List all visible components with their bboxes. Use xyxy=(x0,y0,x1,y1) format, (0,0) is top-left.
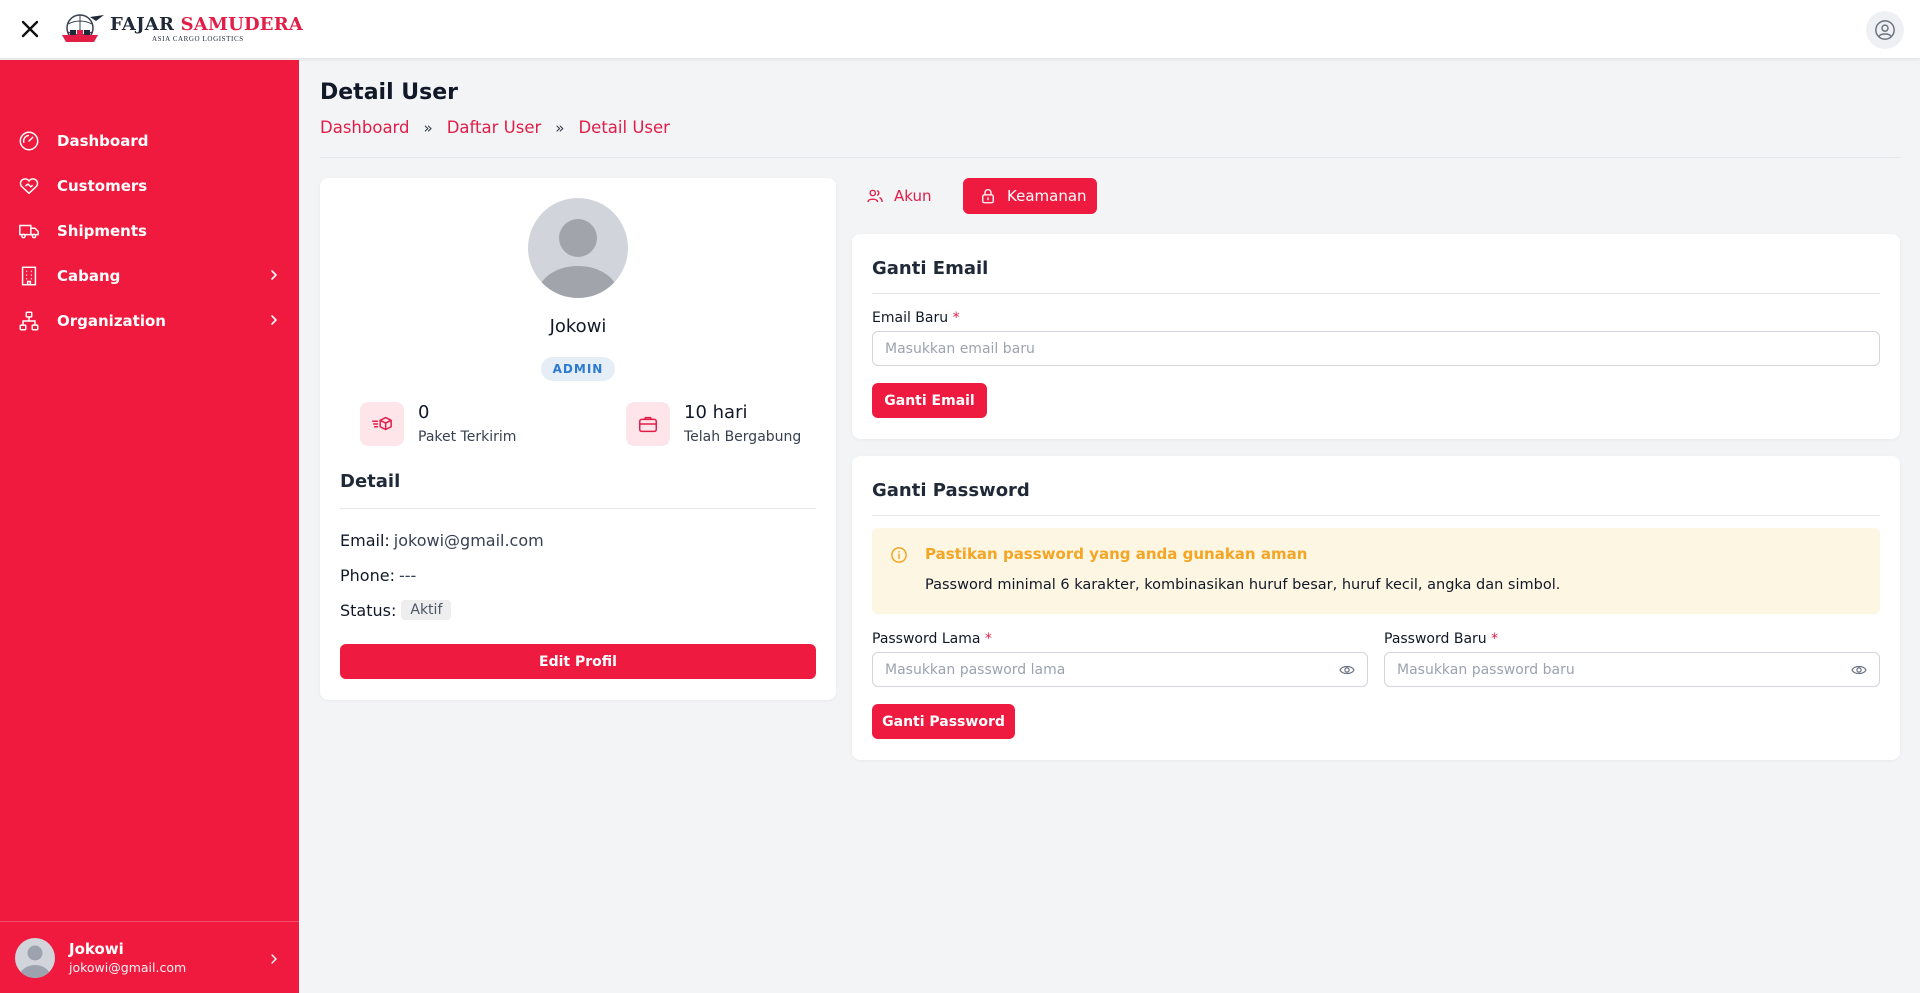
close-sidebar-button[interactable] xyxy=(0,0,60,59)
stat-paket-terkirim: 0 Paket Terkirim xyxy=(360,402,516,446)
password-lama-label: Password Lama * xyxy=(872,631,992,647)
briefcase-icon xyxy=(626,402,670,446)
tab-akun[interactable]: Akun xyxy=(852,178,947,214)
change-email-button[interactable]: Ganti Email xyxy=(872,383,987,418)
stat-value: 10 hari xyxy=(684,402,748,423)
divider xyxy=(872,293,1880,294)
logo-subtitle: ASIA CARGO LOGISTICS xyxy=(152,34,244,43)
user-menu-button[interactable] xyxy=(1866,11,1904,49)
password-warning-alert: Pastikan password yang anda gunakan aman… xyxy=(872,528,1880,614)
detail-section-title: Detail xyxy=(340,471,401,492)
old-password-input[interactable] xyxy=(872,652,1368,687)
stat-value: 0 xyxy=(418,402,430,423)
sidebar-item-label: Organization xyxy=(57,311,166,330)
divider xyxy=(340,508,816,509)
detail-email-label: Email: xyxy=(340,531,390,550)
page-title: Detail User xyxy=(320,80,459,105)
avatar xyxy=(528,198,628,298)
sidebar-item-dashboard[interactable]: Dashboard xyxy=(0,118,299,163)
logo-ship-icon xyxy=(62,14,104,42)
logo-title: FAJAR SAMUDERA xyxy=(110,13,304,35)
tab-keamanan[interactable]: Keamanan xyxy=(963,178,1097,214)
top-bar: FAJAR SAMUDERA ASIA CARGO LOGISTICS xyxy=(0,0,1920,59)
sidebar-item-organization[interactable]: Organization xyxy=(0,298,299,343)
detail-phone-row: Phone: --- xyxy=(340,566,416,585)
eye-icon[interactable] xyxy=(1339,663,1355,677)
truck-icon xyxy=(18,220,40,242)
divider xyxy=(320,157,1900,158)
stat-label: Paket Terkirim xyxy=(418,428,517,445)
detail-phone-value: --- xyxy=(398,566,417,585)
sidebar-user-profile[interactable]: Jokowi jokowi@gmail.com xyxy=(0,921,299,993)
new-password-input[interactable] xyxy=(1384,652,1880,687)
alert-body: Password minimal 6 karakter, kombinasika… xyxy=(925,577,1561,593)
profile-card: Jokowi ADMIN 0 Paket Terkirim 10 hari Te… xyxy=(320,178,836,700)
sidebar-item-customers[interactable]: Customers xyxy=(0,163,299,208)
handshake-heart-icon xyxy=(18,175,40,197)
sidebar-user-email: jokowi@gmail.com xyxy=(69,960,187,975)
sidebar-item-label: Shipments xyxy=(57,221,147,240)
stat-label: Telah Bergabung xyxy=(684,428,802,445)
stat-telah-bergabung: 10 hari Telah Bergabung xyxy=(626,402,801,446)
close-icon xyxy=(21,20,39,38)
sidebar-item-label: Customers xyxy=(57,176,148,195)
user-circle-icon xyxy=(1875,20,1895,40)
divider xyxy=(872,515,1880,516)
avatar xyxy=(15,937,55,978)
breadcrumb-dashboard[interactable]: Dashboard xyxy=(320,118,410,137)
email-baru-label: Email Baru * xyxy=(872,310,960,326)
sidebar-nav: Dashboard Customers Shipments Cabang Org… xyxy=(0,60,299,343)
edit-profile-button[interactable]: Edit Profil xyxy=(340,644,816,679)
tab-label: Keamanan xyxy=(1007,187,1087,205)
building-icon xyxy=(18,265,40,287)
info-circle-icon xyxy=(891,547,907,563)
breadcrumb-daftar-user[interactable]: Daftar User xyxy=(447,118,542,137)
breadcrumb-separator-icon: » xyxy=(555,118,565,137)
alert-title: Pastikan password yang anda gunakan aman xyxy=(925,545,1308,563)
detail-email-value: jokowi@gmail.com xyxy=(393,531,544,550)
change-email-card: Ganti Email Email Baru * Ganti Email xyxy=(852,234,1900,439)
status-badge: Aktif xyxy=(401,600,452,620)
sidebar-item-cabang[interactable]: Cabang xyxy=(0,253,299,298)
chevron-right-icon xyxy=(271,270,278,280)
role-badge: ADMIN xyxy=(541,357,615,381)
chevron-right-icon xyxy=(271,954,277,964)
breadcrumb-separator-icon: » xyxy=(423,118,433,137)
eye-icon[interactable] xyxy=(1851,663,1867,677)
company-logo[interactable]: FAJAR SAMUDERA ASIA CARGO LOGISTICS xyxy=(60,13,303,45)
gauge-icon xyxy=(18,130,40,152)
fast-package-icon xyxy=(360,402,404,446)
card-title: Ganti Password xyxy=(872,480,1030,501)
card-title: Ganti Email xyxy=(872,258,989,279)
change-password-card: Ganti Password Pastikan password yang an… xyxy=(852,456,1900,760)
profile-name: Jokowi xyxy=(549,316,607,337)
sidebar-item-label: Cabang xyxy=(57,266,121,285)
lock-icon xyxy=(979,187,997,205)
org-chart-icon xyxy=(18,310,40,332)
breadcrumb: Dashboard » Daftar User » Detail User xyxy=(320,118,670,137)
new-email-input[interactable] xyxy=(872,331,1880,366)
sidebar: Dashboard Customers Shipments Cabang Org… xyxy=(0,60,299,993)
sidebar-user-name: Jokowi xyxy=(69,940,124,958)
chevron-right-icon xyxy=(271,315,278,325)
sidebar-item-shipments[interactable]: Shipments xyxy=(0,208,299,253)
detail-status-row: Status: Aktif xyxy=(340,600,452,620)
change-password-button[interactable]: Ganti Password xyxy=(872,704,1015,739)
detail-phone-label: Phone: xyxy=(340,566,395,585)
detail-status-label: Status: xyxy=(340,600,397,620)
users-icon xyxy=(866,187,884,205)
tab-label: Akun xyxy=(894,187,932,205)
password-baru-label: Password Baru * xyxy=(1384,631,1499,647)
detail-email-row: Email: jokowi@gmail.com xyxy=(340,531,544,550)
breadcrumb-detail-user[interactable]: Detail User xyxy=(578,118,669,137)
sidebar-item-label: Dashboard xyxy=(57,131,149,150)
